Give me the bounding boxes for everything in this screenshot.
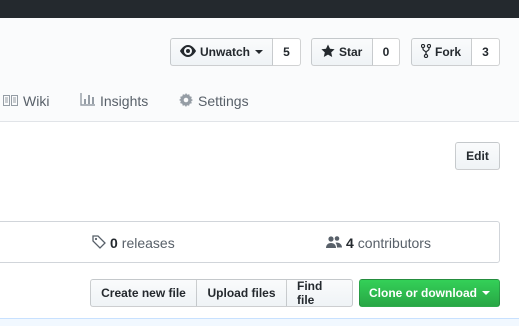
organization-icon [326, 235, 346, 252]
unwatch-button[interactable]: Unwatch [170, 38, 273, 66]
book-icon [3, 93, 23, 109]
star-icon [321, 44, 339, 61]
graph-icon [80, 93, 100, 109]
create-new-file-button[interactable]: Create new file [90, 279, 197, 307]
releases-count: 0 [110, 235, 118, 251]
stargazers-count[interactable]: 0 [373, 38, 400, 66]
chevron-down-icon [482, 291, 490, 295]
releases-label: releases [121, 235, 175, 251]
tab-insights[interactable]: Insights [80, 92, 148, 110]
fork-label: Fork [435, 45, 462, 59]
tab-insights-label: Insights [100, 93, 149, 109]
gear-icon [179, 92, 198, 110]
releases-link[interactable]: 0 releases [92, 234, 175, 252]
numbers-summary: 0 releases 4 contributors [0, 221, 500, 263]
tab-settings-label: Settings [198, 93, 249, 109]
edit-button[interactable]: Edit [455, 142, 500, 170]
tab-wiki-label: Wiki [23, 93, 50, 109]
tab-wiki[interactable]: Wiki [3, 92, 49, 110]
commit-tease-bar [0, 318, 519, 326]
top-header-bar [0, 0, 519, 18]
watch-group: Unwatch 5 [170, 38, 301, 66]
forks-count[interactable]: 3 [472, 38, 500, 66]
chevron-down-icon [255, 50, 264, 54]
file-navigation-group: Create new file Upload files Find file [90, 279, 353, 307]
tab-settings[interactable]: Settings [179, 92, 249, 110]
tag-icon [92, 234, 110, 252]
fork-button[interactable]: Fork [411, 38, 472, 66]
clone-or-download-button[interactable]: Clone or download [359, 279, 500, 307]
star-button[interactable]: Star [311, 38, 373, 66]
clone-or-download-label: Clone or download [369, 286, 477, 300]
contributors-link[interactable]: 4 contributors [326, 234, 431, 252]
star-group: Star 0 [311, 38, 400, 66]
repo-forked-icon [420, 43, 435, 61]
fork-group: Fork 3 [411, 38, 500, 66]
watchers-count[interactable]: 5 [273, 38, 301, 66]
repository-header: Unwatch 5 Star 0 Fork 3 Wiki Insights Se… [0, 18, 519, 122]
upload-files-button[interactable]: Upload files [196, 279, 287, 307]
find-file-button[interactable]: Find file [286, 279, 353, 307]
eye-icon [180, 44, 200, 60]
contributors-count: 4 [346, 235, 354, 251]
contributors-label: contributors [357, 235, 431, 251]
star-label: Star [339, 45, 363, 59]
unwatch-label: Unwatch [200, 45, 251, 59]
